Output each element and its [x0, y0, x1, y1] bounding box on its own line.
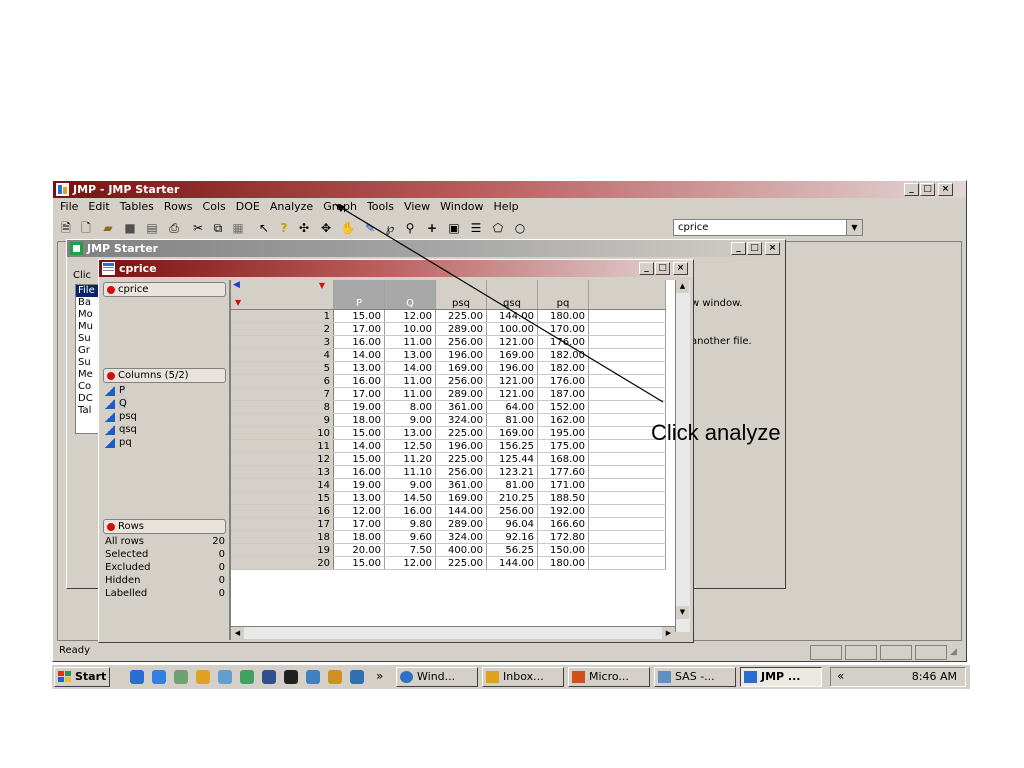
annotation-text: Click analyze	[651, 420, 781, 445]
taskbar-button-label: Micro...	[589, 670, 629, 683]
taskbar-button-microsoft[interactable]: Micro...	[568, 667, 650, 687]
system-tray: « 8:46 AM	[830, 667, 966, 687]
quicklaunch-app-icon[interactable]	[152, 670, 166, 684]
annotation-arrow	[334, 203, 664, 403]
quicklaunch-app-icon[interactable]	[284, 670, 298, 684]
taskbar-button-jmp[interactable]: JMP ...	[740, 667, 822, 687]
quicklaunch-app-icon[interactable]	[350, 670, 364, 684]
show-desktop-icon[interactable]	[262, 670, 276, 684]
taskbar-button-label: Wind...	[417, 670, 456, 683]
quicklaunch-app-icon[interactable]	[218, 670, 232, 684]
quicklaunch-app-icon[interactable]	[328, 670, 342, 684]
start-label: Start	[75, 670, 107, 683]
annotation-line	[334, 203, 664, 403]
start-button[interactable]: Start	[54, 667, 110, 687]
taskbar-button-inbox[interactable]: Inbox...	[482, 667, 564, 687]
windows-logo-icon	[58, 671, 71, 682]
outlook-icon[interactable]	[196, 670, 210, 684]
taskbar-button-label: JMP ...	[761, 670, 801, 683]
taskbar-button-label: Inbox...	[503, 670, 544, 683]
taskbar: Start » Wind... Inbox... Micro... SAS -.…	[52, 664, 970, 689]
tray-expand-button[interactable]: «	[837, 669, 844, 683]
taskbar-button-label: SAS -...	[675, 670, 715, 683]
quicklaunch-more-button[interactable]: »	[376, 669, 383, 683]
inbox-icon	[486, 671, 499, 683]
quicklaunch-app-icon[interactable]	[174, 670, 188, 684]
jmp-app-icon	[744, 671, 757, 683]
taskbar-button-windows[interactable]: Wind...	[396, 667, 478, 687]
internet-explorer-icon[interactable]	[130, 670, 144, 684]
clock: 8:46 AM	[911, 670, 957, 683]
windows-app-icon	[400, 671, 413, 683]
taskbar-button-sas[interactable]: SAS -...	[654, 667, 736, 687]
sas-icon	[658, 671, 671, 683]
annotation-arrowhead	[335, 204, 345, 212]
quicklaunch-app-icon[interactable]	[306, 670, 320, 684]
powerpoint-icon	[572, 671, 585, 683]
quicklaunch-app-icon[interactable]	[240, 670, 254, 684]
